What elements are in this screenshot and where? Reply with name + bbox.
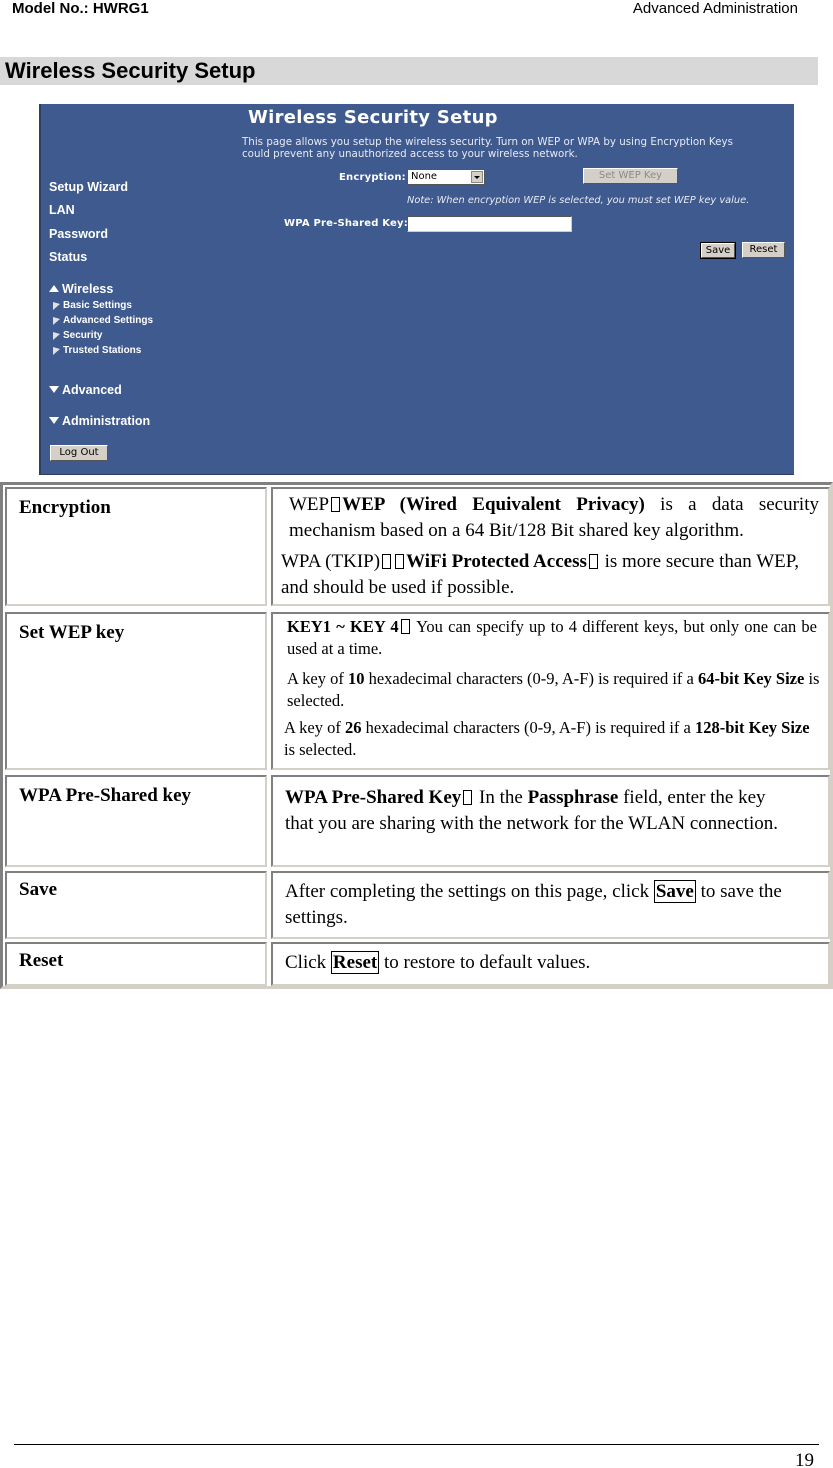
nav-security[interactable]: Security — [53, 330, 102, 341]
row-label-save: Save — [19, 879, 57, 900]
save-keyword-box: Save — [653, 880, 696, 903]
wep-note: Note: When encryption WEP is selected, y… — [407, 195, 750, 206]
header-section-name: Advanced Administration — [632, 0, 798, 17]
nav-trusted-stations[interactable]: Trusted Stations — [53, 345, 141, 356]
table-row-desc-cell: WPA Pre-Shared Key In the Passphrase fie… — [271, 775, 830, 867]
encryption-select[interactable]: None — [407, 169, 485, 185]
set-wep-key-button[interactable]: Set WEP Key — [583, 168, 678, 184]
placeholder-glyph-icon — [382, 554, 392, 569]
table-row-label-cell: WPA Pre-Shared key — [5, 775, 267, 867]
placeholder-glyph-icon — [395, 554, 405, 569]
row-label-set-wep-key: Set WEP key — [19, 622, 125, 643]
table-row-desc-cell: WEP WEP (Wired Equivalent Privacy) is a d… — [271, 487, 830, 606]
row-label-encryption: Encryption — [19, 497, 111, 518]
model-number: Model No.: HWRG1 — [12, 0, 149, 17]
encryption-wep-description: WEP WEP (Wired Equivalent Privacy) is a d… — [289, 494, 819, 541]
table-row-label-cell: Set WEP key — [5, 612, 267, 770]
table-row-desc-cell: Click Reset to restore to default values… — [271, 942, 830, 986]
placeholder-glyph-icon — [400, 619, 410, 634]
table-row-desc-cell: After completing the settings on this pa… — [271, 871, 830, 939]
logout-button[interactable]: Log Out — [50, 445, 108, 461]
nav-status[interactable]: Status — [49, 250, 87, 264]
placeholder-glyph-icon — [463, 790, 473, 805]
encryption-label: Encryption: — [339, 172, 406, 183]
arrow-right-icon — [53, 315, 60, 325]
arrow-right-icon — [53, 330, 60, 340]
nav-advanced-settings[interactable]: Advanced Settings — [53, 315, 153, 326]
nav-security-label: Security — [63, 330, 103, 341]
section-title: Wireless Security Setup — [5, 58, 256, 83]
wpa-psk-input[interactable] — [407, 216, 572, 232]
nav-advanced-settings-label: Advanced Settings — [63, 315, 154, 326]
encryption-selected-value: None — [411, 171, 438, 182]
router-screenshot: Wireless Security Setup This page allows… — [39, 104, 794, 475]
reset-keyword-box: Reset — [330, 951, 380, 974]
nav-setup-wizard[interactable]: Setup Wizard — [49, 180, 128, 194]
nav-password[interactable]: Password — [49, 227, 108, 241]
page-number: 19 — [795, 1450, 814, 1468]
placeholder-glyph-icon — [331, 497, 341, 512]
wpa-psk-label: WPA Pre-Shared Key: — [284, 218, 408, 229]
nav-basic-settings-label: Basic Settings — [63, 300, 132, 311]
nav-administration-label: Administration — [62, 414, 151, 428]
nav-advanced[interactable]: Advanced — [49, 383, 122, 397]
caret-down-icon — [49, 417, 59, 424]
wep-64bit-description: A key of 10 hexadecimal characters (0-9,… — [287, 669, 820, 710]
reset-description: Click Reset to restore to default values… — [285, 951, 591, 974]
nav-lan[interactable]: LAN — [49, 203, 75, 217]
save-description: After completing the settings on this pa… — [285, 880, 782, 928]
save-button[interactable]: Save — [700, 242, 736, 259]
table-row-desc-cell: KEY1 ~ KEY 4 You can specify up to 4 dif… — [271, 612, 830, 770]
wep-128bit-description: A key of 26 hexadecimal characters (0-9,… — [284, 718, 810, 759]
table-row-label-cell: Save — [5, 871, 267, 939]
nav-basic-settings[interactable]: Basic Settings — [53, 300, 132, 311]
settings-description-table: Encryption WEP WEP (Wired Equivalent Priv… — [0, 482, 833, 989]
arrow-right-icon — [53, 345, 60, 355]
nav-administration[interactable]: Administration — [49, 414, 150, 428]
encryption-wpa-description: WPA (TKIP) WiFi Protected Access is more … — [281, 551, 799, 598]
row-label-reset: Reset — [19, 950, 64, 971]
router-page-title: Wireless Security Setup — [248, 107, 498, 128]
table-row-label-cell: Encryption — [5, 487, 267, 606]
wpa-psk-description: WPA Pre-Shared Key In the Passphrase fie… — [285, 787, 778, 834]
arrow-right-icon — [53, 300, 60, 310]
nav-wireless[interactable]: Wireless — [49, 282, 113, 296]
nav-wireless-label: Wireless — [62, 282, 114, 296]
footer-divider — [14, 1444, 819, 1445]
section-heading-bar: Wireless Security Setup — [0, 57, 818, 85]
reset-button[interactable]: Reset — [742, 242, 785, 258]
table-row-label-cell: Reset — [5, 942, 267, 986]
caret-up-icon — [49, 285, 59, 292]
row-label-wpa-psk: WPA Pre-Shared key — [19, 785, 192, 806]
caret-down-icon — [49, 386, 59, 393]
wep-keys-description: KEY1 ~ KEY 4 You can specify up to 4 dif… — [287, 617, 817, 658]
nav-advanced-label: Advanced — [62, 383, 122, 397]
router-page-description: This page allows you setup the wireless … — [242, 136, 733, 160]
nav-trusted-stations-label: Trusted Stations — [63, 345, 142, 356]
dropdown-arrow-icon[interactable] — [471, 171, 483, 183]
placeholder-glyph-icon — [588, 554, 598, 569]
